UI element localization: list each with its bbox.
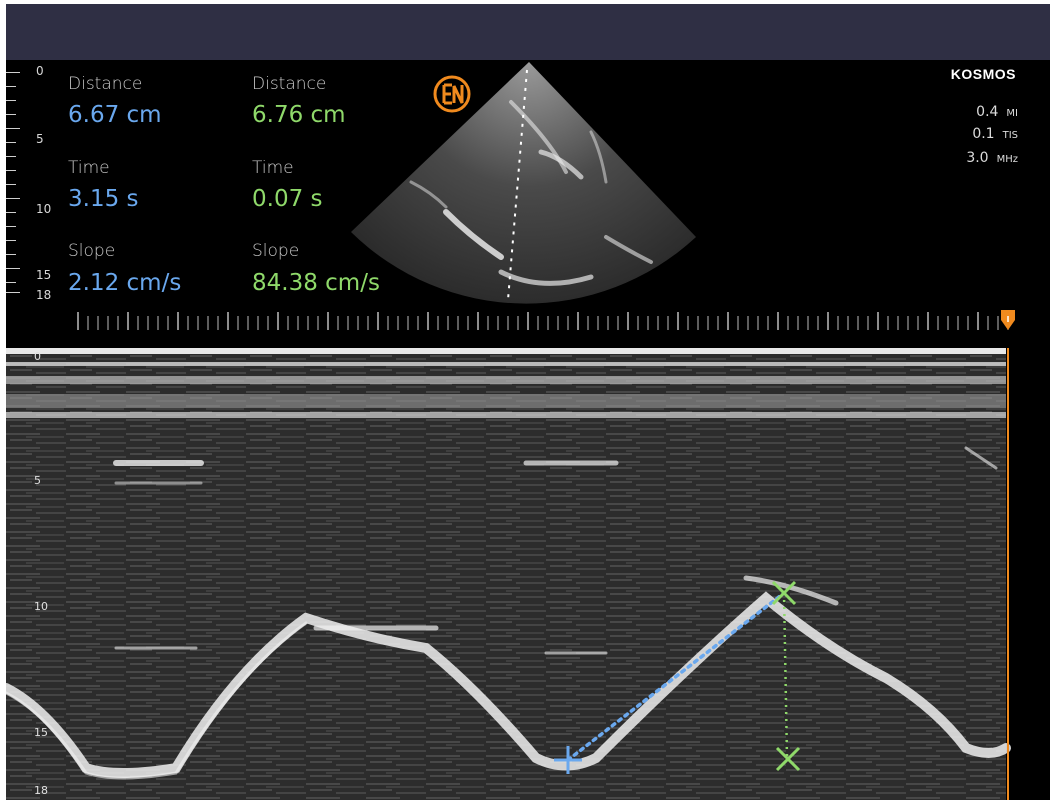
green-time-value: 0.07 s [252, 186, 323, 212]
x-caliper-icon [775, 746, 801, 772]
tis-readout: 0.1 TIS [972, 126, 1018, 142]
blue-distance-label: Distance [68, 74, 143, 94]
timeline-ruler[interactable] [76, 310, 1016, 334]
depth-tick [6, 114, 16, 115]
depth-label: 15 [36, 268, 52, 282]
tis-value: 0.1 [972, 126, 995, 142]
mi-unit: MI [1006, 108, 1018, 119]
mi-readout: 0.4 MI [976, 104, 1018, 120]
blue-time-label: Time [68, 158, 110, 178]
depth-tick [6, 254, 16, 255]
depth-tick [6, 198, 20, 199]
depth-tick [6, 100, 16, 101]
depth-tick [6, 212, 16, 213]
depth-tick [6, 292, 20, 293]
depth-label: 0 [36, 64, 44, 78]
green-distance-label: Distance [252, 74, 327, 94]
top-bar [6, 4, 1050, 60]
blue-slope-value: 2.12 cm/s [68, 270, 182, 296]
blue-slope-label: Slope [68, 241, 116, 261]
depth-tick [6, 72, 20, 73]
depth-tick [6, 142, 16, 143]
mi-value: 0.4 [976, 104, 999, 120]
ultrasound-screen: 0 5 10 15 18 Distance 6.67 cm Time 3.15 … [6, 4, 1050, 800]
depth-scale: 0 5 10 15 18 [6, 60, 56, 310]
blue-caliper-line [566, 591, 786, 762]
frequency-unit: MHz [996, 154, 1018, 165]
depth-tick [6, 170, 16, 171]
depth-label: 18 [36, 288, 52, 302]
depth-label: 10 [36, 202, 52, 216]
green-slope-label: Slope [252, 241, 300, 261]
depth-tick [6, 226, 16, 227]
brand-name: KOSMOS [950, 66, 1016, 82]
b-mode-sector-image [351, 62, 696, 304]
depth-label: 5 [36, 132, 44, 146]
frequency-value: 3.0 [966, 150, 989, 166]
blue-time-value: 3.15 s [68, 186, 139, 212]
caliper-overlay [554, 580, 801, 774]
depth-tick [6, 156, 16, 157]
depth-tick [6, 128, 20, 129]
depth-tick [6, 86, 16, 87]
tis-unit: TIS [1002, 130, 1018, 141]
blue-distance-value: 6.67 cm [68, 102, 162, 128]
depth-tick [6, 240, 16, 241]
plus-caliper-icon [554, 746, 582, 774]
green-time-label: Time [252, 158, 294, 178]
green-caliper-line [782, 592, 789, 759]
depth-tick [6, 282, 16, 283]
depth-tick [6, 268, 20, 269]
frequency-readout: 3.0 MHz [966, 150, 1018, 166]
green-distance-value: 6.76 cm [252, 102, 346, 128]
playhead-marker-icon[interactable] [998, 308, 1018, 334]
depth-tick [6, 184, 16, 185]
